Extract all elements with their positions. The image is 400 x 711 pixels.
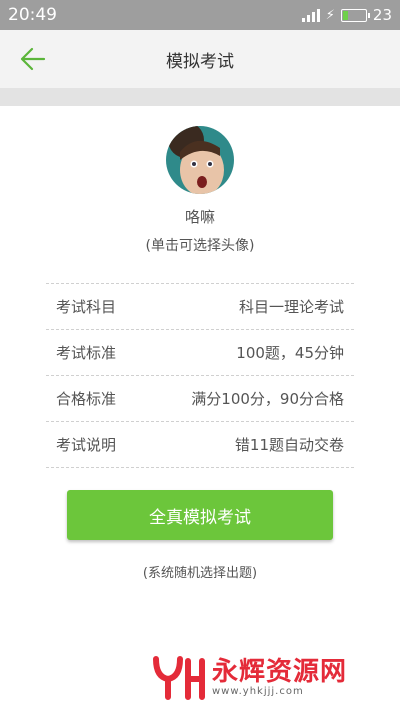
avatar[interactable]	[166, 126, 234, 194]
status-icons: ⚡ 23	[301, 6, 392, 24]
info-label: 考试说明	[56, 436, 117, 454]
user-name: 咯嘛	[184, 208, 215, 226]
info-row-pass-criteria: 合格标准 满分100分，90分合格	[46, 376, 354, 422]
info-row-subject: 考试科目 科目一理论考试	[46, 284, 354, 330]
info-value: 科目一理论考试	[238, 298, 344, 316]
info-label: 合格标准	[56, 390, 117, 408]
avatar-hint: (单击可选择头像)	[145, 238, 255, 254]
section-divider	[0, 88, 400, 106]
back-arrow-icon	[20, 47, 46, 71]
info-label: 考试科目	[56, 298, 117, 316]
exam-info-list: 考试科目 科目一理论考试 考试标准 100题，45分钟 合格标准 满分100分，…	[46, 283, 354, 468]
info-value: 错11题自动交卷	[234, 436, 344, 454]
battery-icon	[340, 8, 370, 22]
back-button[interactable]	[18, 44, 48, 74]
battery-percent: 23	[372, 6, 392, 24]
watermark-text: 永辉资源网	[212, 657, 348, 687]
info-value: 满分100分，90分合格	[191, 390, 344, 408]
avatar-image	[166, 126, 234, 194]
info-label: 考试标准	[56, 344, 117, 362]
charging-icon: ⚡	[325, 7, 335, 23]
signal-icon	[301, 8, 320, 22]
info-row-standard: 考试标准 100题，45分钟	[46, 330, 354, 376]
info-row-description: 考试说明 错11题自动交卷	[46, 422, 354, 468]
profile-section: 咯嘛 (单击可选择头像)	[0, 106, 400, 255]
status-bar: 20:49 ⚡ 23	[0, 0, 400, 30]
status-time: 20:49	[8, 5, 57, 25]
watermark-logo-icon	[153, 656, 205, 700]
watermark-url: www.yhkjjj.com	[212, 686, 304, 697]
page-title: 模拟考试	[166, 51, 234, 72]
info-value: 100题，45分钟	[236, 344, 344, 362]
app-bar: 模拟考试	[0, 30, 400, 88]
watermark: 永辉资源网 www.yhkjjj.com	[152, 655, 347, 701]
footer-note: (系统随机选择出题)	[142, 566, 258, 581]
start-exam-button[interactable]: 全真模拟考试	[67, 490, 333, 540]
